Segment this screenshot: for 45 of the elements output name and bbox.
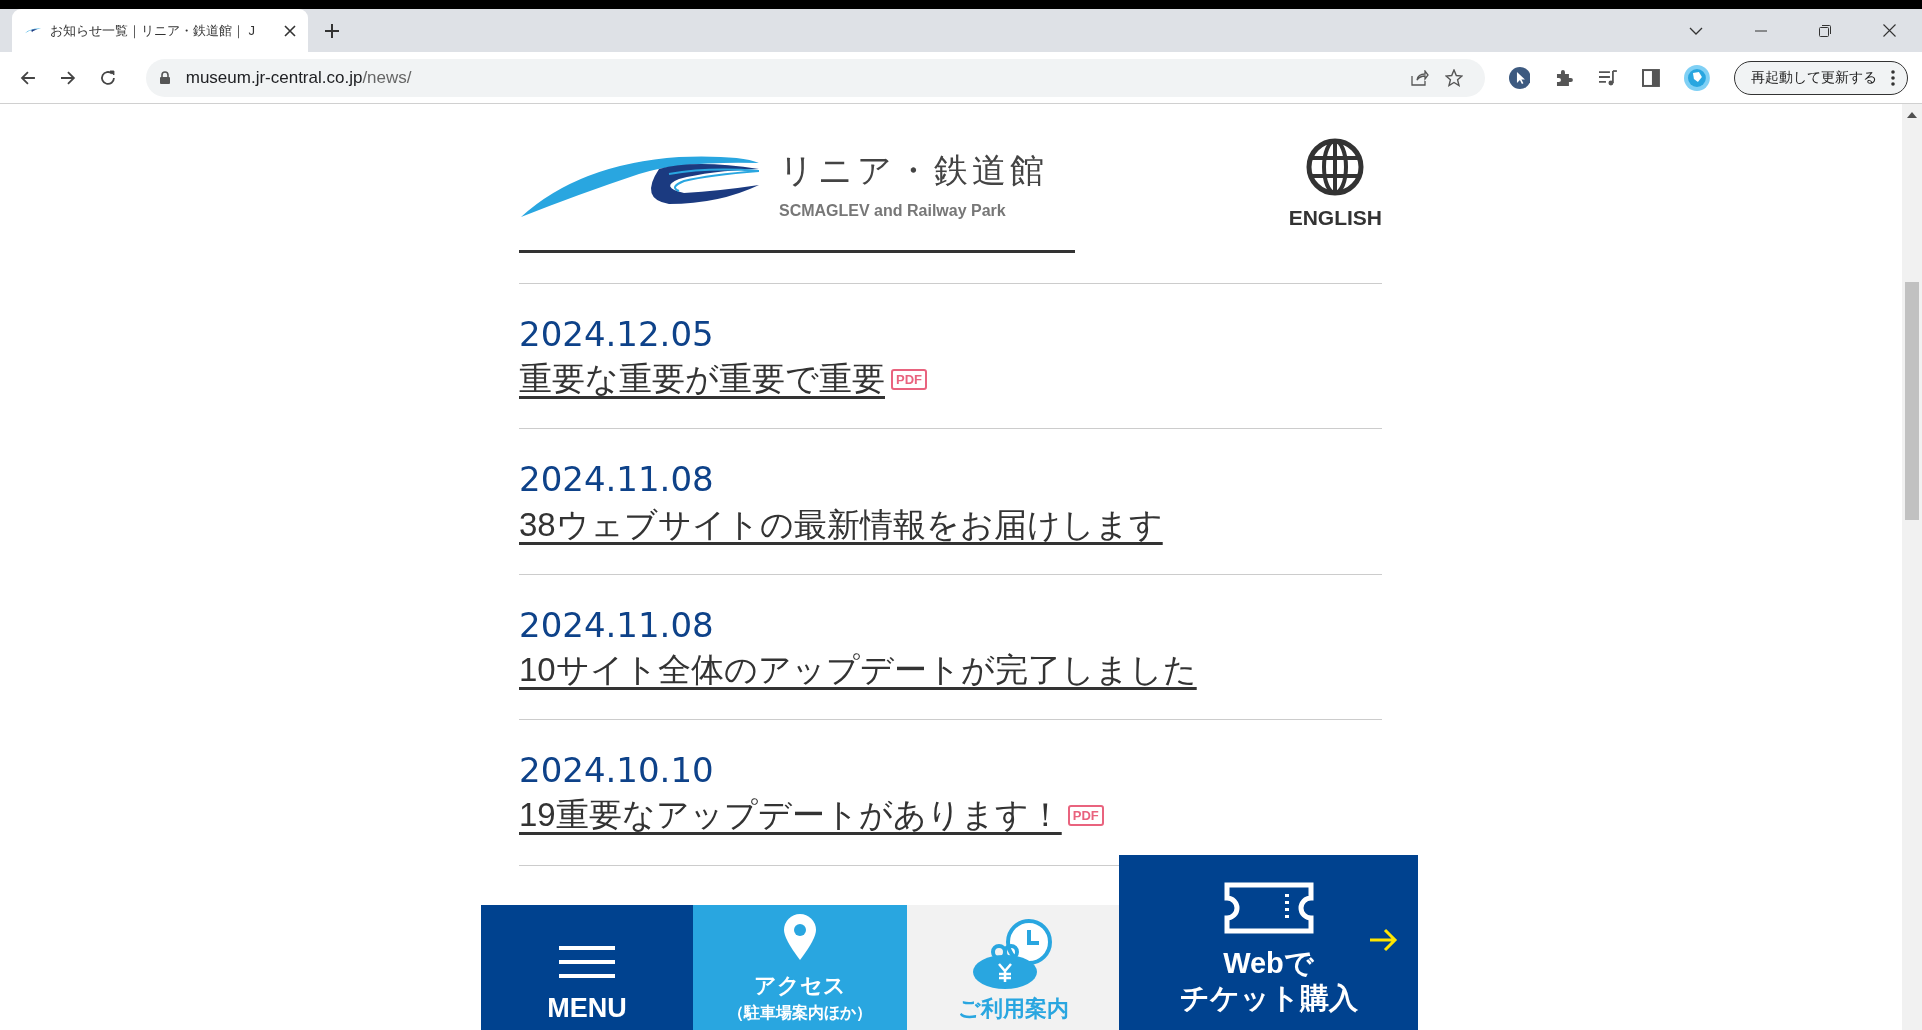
news-date: 2024.12.05: [519, 313, 715, 356]
news-date: 2024.11.08: [519, 458, 715, 502]
scroll-up-icon[interactable]: [1907, 112, 1917, 118]
menu-icon: [559, 945, 615, 979]
scrollbar-thumb[interactable]: [1905, 282, 1919, 520]
close-icon[interactable]: [1883, 24, 1896, 37]
minimize-icon[interactable]: [1755, 29, 1767, 32]
news-link[interactable]: 38ウェブサイトの最新情報をお届けします: [519, 501, 1163, 548]
share-icon[interactable]: [1410, 69, 1429, 86]
news-date: 2024.10.10: [519, 749, 715, 793]
lock-icon: [159, 71, 170, 84]
back-icon[interactable]: [20, 69, 36, 86]
purse-clock-icon: [971, 918, 1055, 990]
puzzle-icon[interactable]: [1554, 67, 1575, 88]
star-icon[interactable]: [1444, 68, 1463, 87]
pdf-tag: PDF: [891, 368, 927, 390]
news-date: 2024.11.08: [519, 603, 715, 647]
chevron-down-icon[interactable]: [1689, 26, 1703, 35]
tab-title: お知らせ一覧｜リニア・鉄道館｜ J: [50, 21, 257, 40]
logo-title: リニア・鉄道館: [779, 150, 1048, 191]
news-link[interactable]: 19重要なアップデートがあります！: [519, 792, 1062, 839]
globe-icon: [1306, 138, 1365, 196]
language-link[interactable]: ENGLISH: [1288, 138, 1382, 230]
news-link[interactable]: 重要な重要が重要で重要: [519, 356, 885, 403]
pdf-tag: PDF: [1067, 804, 1104, 826]
restore-icon[interactable]: [1819, 24, 1831, 37]
playlist-icon[interactable]: [1598, 68, 1619, 87]
side-panel-icon[interactable]: [1642, 68, 1661, 87]
profile-icon[interactable]: [1684, 64, 1710, 91]
menu-button[interactable]: MENU: [481, 905, 693, 1030]
browser-tab[interactable]: お知らせ一覧｜リニア・鉄道館｜ J: [12, 9, 308, 52]
address-bar[interactable]: museum.jr-central.co.jp/news/: [145, 58, 1485, 97]
new-tab-icon[interactable]: [324, 22, 340, 39]
more-icon[interactable]: [1891, 69, 1895, 86]
forward-icon[interactable]: [59, 69, 76, 86]
close-icon[interactable]: [284, 24, 296, 37]
arrow-right-icon: [1370, 928, 1398, 952]
map-pin-icon: [782, 913, 818, 961]
logo-subtitle: SCMAGLEV and Railway Park: [779, 202, 1007, 220]
news-link[interactable]: 10サイト全体のアップデートが完了しました: [519, 646, 1197, 694]
reload-icon[interactable]: [99, 69, 116, 86]
update-button[interactable]: 再起動して更新する: [1734, 60, 1908, 95]
url-text: museum.jr-central.co.jp/news/: [185, 67, 412, 88]
cursor-extension-icon[interactable]: [1508, 66, 1531, 89]
ticket-button[interactable]: Webで チケット購入: [1119, 855, 1418, 1030]
